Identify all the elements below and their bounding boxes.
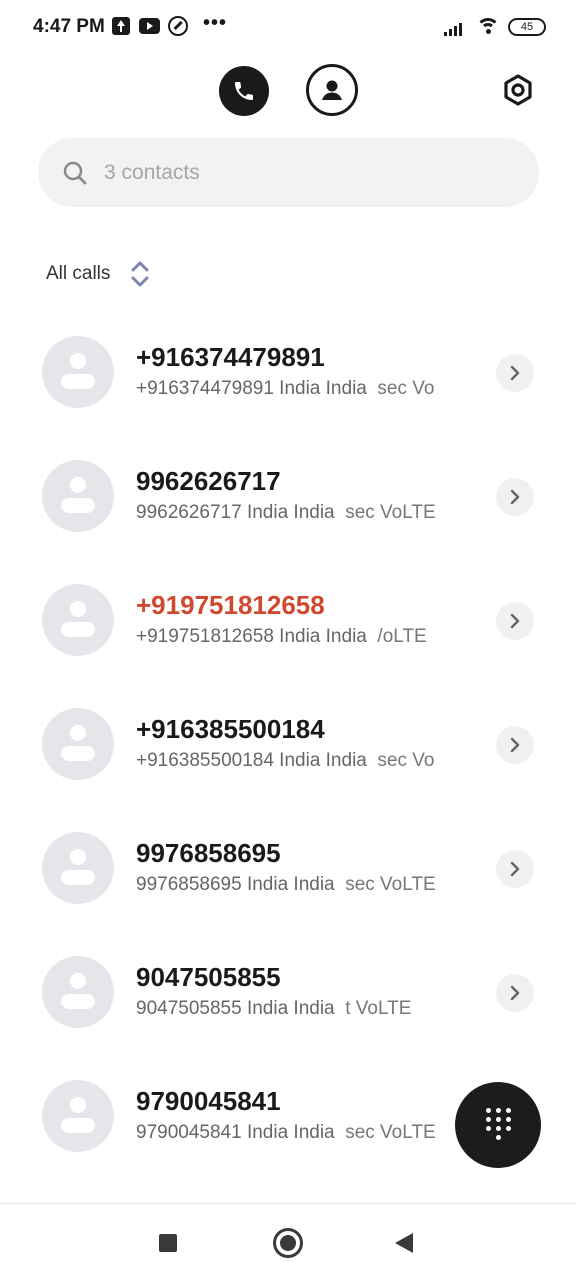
dialpad-button[interactable] xyxy=(455,1082,541,1168)
tab-contacts[interactable] xyxy=(306,64,358,116)
upload-icon xyxy=(112,17,130,35)
phone-icon xyxy=(235,82,253,100)
sort-toggle-icon xyxy=(131,261,149,287)
call-detail: +916374479891 India India sec Vo xyxy=(136,378,435,399)
call-details-button[interactable] xyxy=(496,354,534,392)
call-number: 9962626717 xyxy=(136,466,281,496)
call-log-item[interactable]: 9976858695 9976858695 India India sec Vo… xyxy=(0,806,576,930)
call-details-button[interactable] xyxy=(496,726,534,764)
chevron-right-icon xyxy=(510,861,520,877)
tab-phone[interactable] xyxy=(219,66,269,116)
call-detail: 9047505855 India India t VoLTE xyxy=(136,998,412,1019)
avatar-icon xyxy=(42,460,114,532)
search-box[interactable] xyxy=(38,138,539,207)
chevron-right-icon xyxy=(510,737,520,753)
call-number: +916385500184 xyxy=(136,714,325,744)
call-number: 9976858695 xyxy=(136,838,281,868)
avatar-icon xyxy=(42,708,114,780)
filter-label: All calls xyxy=(46,263,111,284)
avatar-icon xyxy=(42,832,114,904)
call-log-item[interactable]: +919751812658 +919751812658 India India … xyxy=(0,558,576,682)
navigation-bar xyxy=(0,1203,576,1280)
call-detail: +916385500184 India India sec Vo xyxy=(136,750,435,771)
avatar-icon xyxy=(42,1080,114,1152)
call-number-missed: +919751812658 xyxy=(136,590,325,620)
recents-button[interactable] xyxy=(159,1234,177,1252)
call-detail: 9962626717 India India sec VoLTE xyxy=(136,502,436,523)
call-log-item[interactable]: +916385500184 +916385500184 India India … xyxy=(0,682,576,806)
chevron-right-icon xyxy=(510,985,520,1001)
chevron-right-icon xyxy=(510,365,520,381)
signal-icon xyxy=(444,20,466,36)
call-log-item[interactable]: 9962626717 9962626717 India India sec Vo… xyxy=(0,434,576,558)
data-saver-icon xyxy=(168,16,188,36)
call-filter[interactable]: All calls xyxy=(46,258,152,290)
call-detail: +919751812658 India India /oLTE xyxy=(136,626,427,647)
person-icon xyxy=(322,80,342,100)
call-details-button[interactable] xyxy=(496,602,534,640)
call-details-button[interactable] xyxy=(496,974,534,1012)
search-icon xyxy=(63,161,87,185)
chevron-right-icon xyxy=(510,489,520,505)
back-button[interactable] xyxy=(395,1233,413,1253)
call-number: 9790045841 xyxy=(136,1086,281,1116)
call-details-button[interactable] xyxy=(496,850,534,888)
home-button[interactable] xyxy=(273,1228,303,1258)
youtube-icon xyxy=(139,18,160,34)
status-time: 4:47 PM xyxy=(33,16,105,37)
more-notifications-icon: ••• xyxy=(203,12,228,34)
settings-button[interactable] xyxy=(500,72,536,108)
call-details-button[interactable] xyxy=(496,478,534,516)
search-input[interactable] xyxy=(104,160,504,186)
avatar-icon xyxy=(42,956,114,1028)
avatar-icon xyxy=(42,336,114,408)
call-detail: 9790045841 India India sec VoLTE xyxy=(136,1122,436,1143)
call-number: 9047505855 xyxy=(136,962,281,992)
wifi-icon xyxy=(476,16,500,36)
settings-icon xyxy=(504,74,532,106)
call-number: +916374479891 xyxy=(136,342,325,372)
call-log-item[interactable]: 9047505855 9047505855 India India t VoLT… xyxy=(0,930,576,1054)
call-detail: 9976858695 India India sec VoLTE xyxy=(136,874,436,895)
status-bar: 4:47 PM ••• 45 xyxy=(0,0,576,56)
battery-icon: 45 xyxy=(508,18,546,36)
avatar-icon xyxy=(42,584,114,656)
chevron-right-icon xyxy=(510,613,520,629)
call-log-item[interactable]: +916374479891 +916374479891 India India … xyxy=(0,310,576,434)
